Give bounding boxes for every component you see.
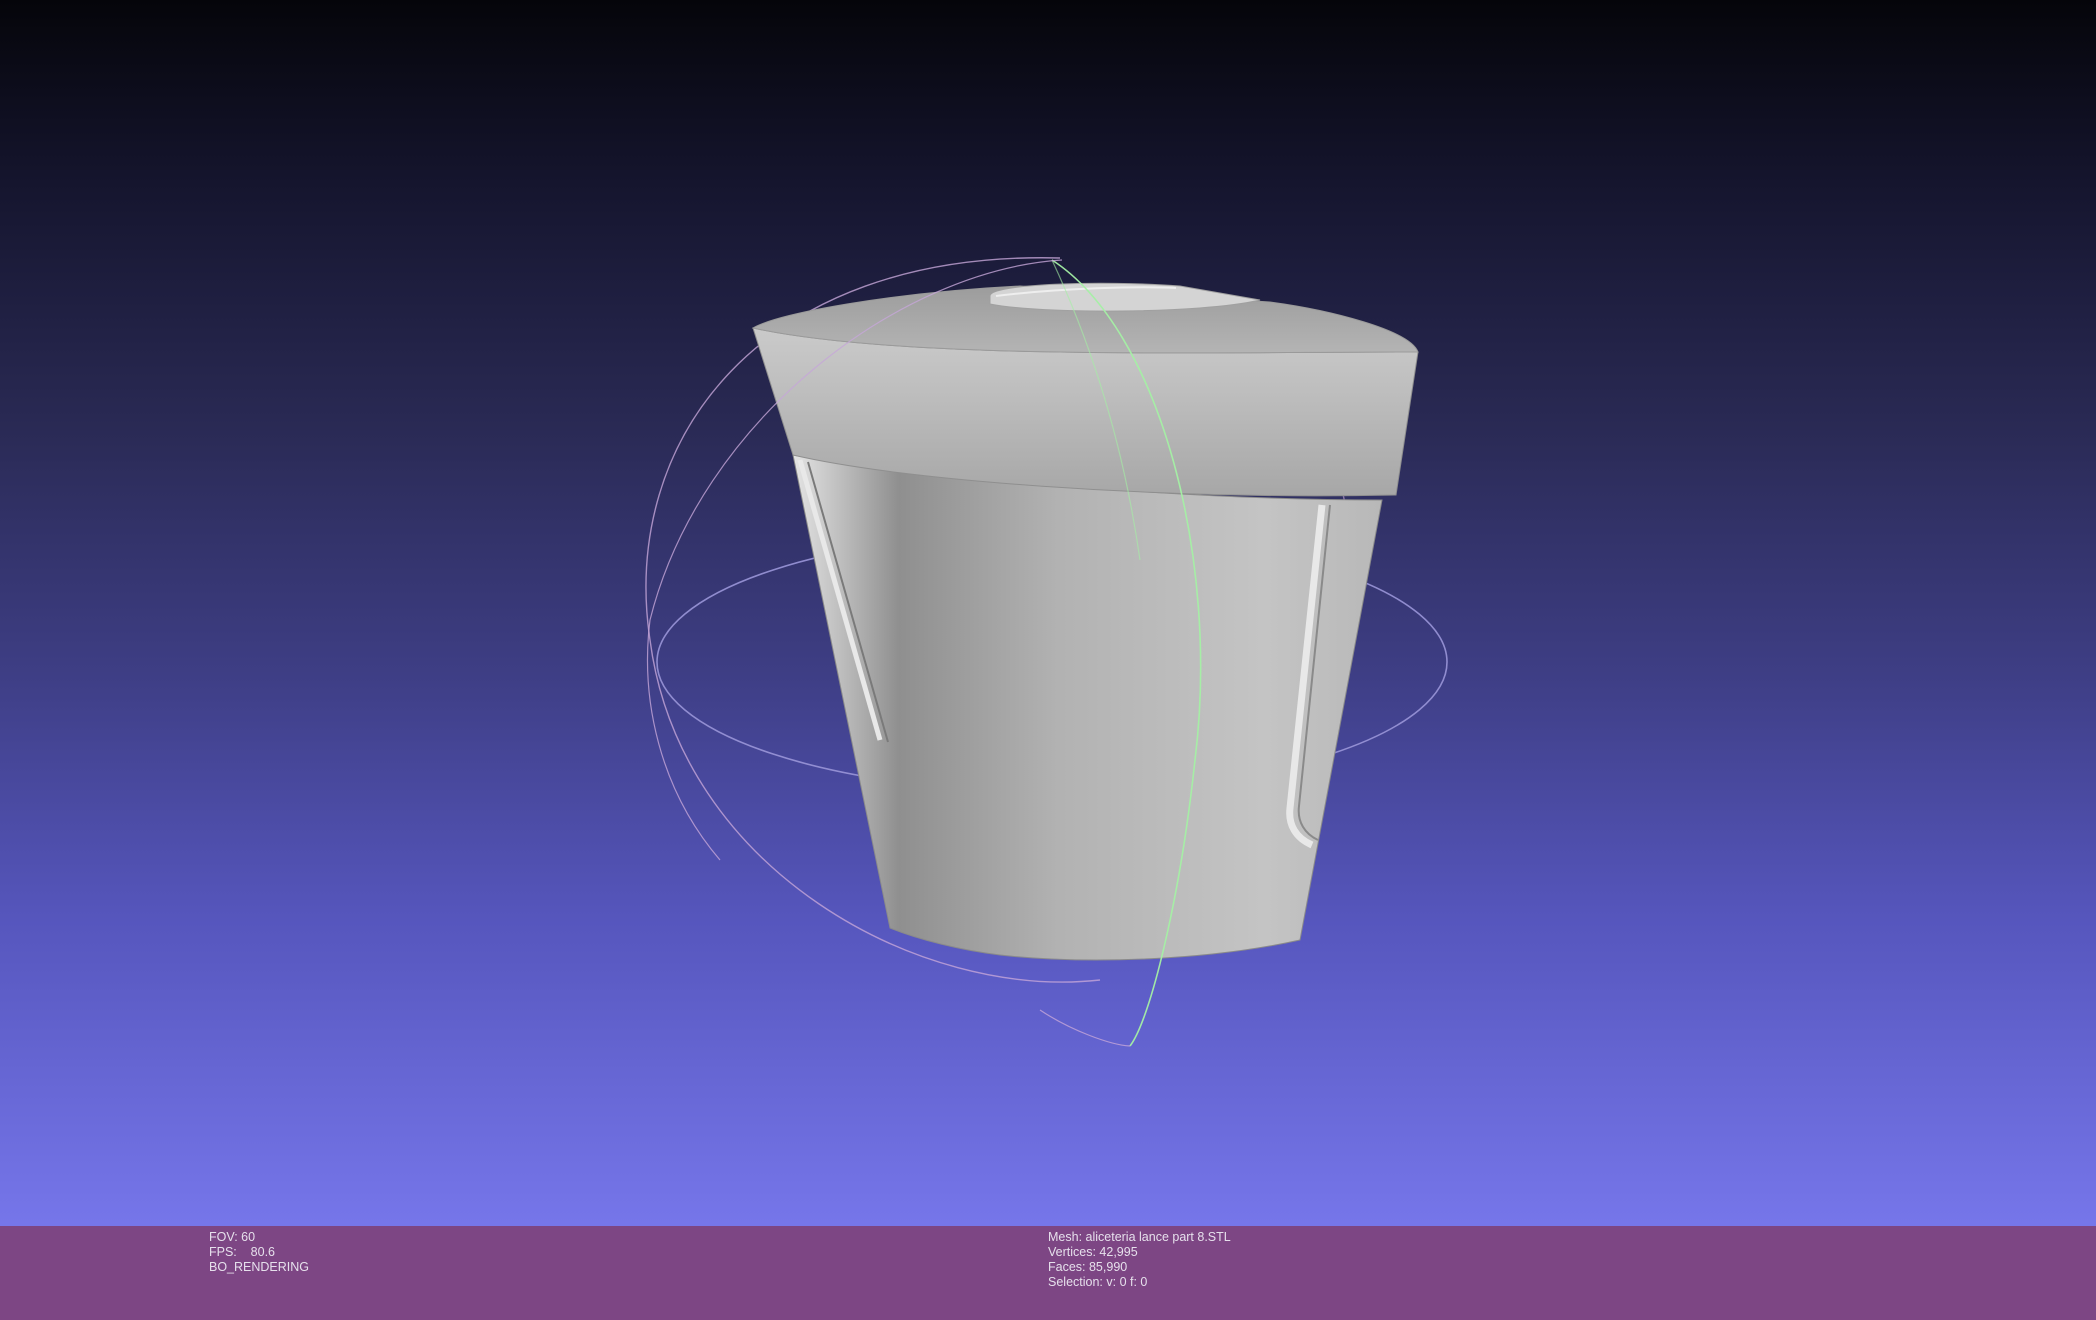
fps-readout: FPS: 80.6: [209, 1245, 276, 1259]
render-info: FOV: 60 FPS: 80.6 BO_RENDERING: [209, 1230, 309, 1275]
mesh-info: Mesh: aliceteria lance part 8.STL Vertic…: [1048, 1230, 1231, 1290]
face-count: Faces: 85,990: [1048, 1260, 1128, 1274]
vertex-count: Vertices: 42,995: [1048, 1245, 1138, 1259]
render-mode: BO_RENDERING: [209, 1260, 310, 1274]
mesh-model: [751, 282, 1419, 961]
mesh-scene[interactable]: [0, 0, 2096, 1226]
mesh-body: [792, 454, 1383, 961]
3d-viewport[interactable]: [0, 0, 2096, 1226]
mesh-name: Mesh: aliceteria lance part 8.STL: [1048, 1230, 1231, 1244]
fov-readout: FOV: 60: [209, 1230, 256, 1244]
selection-info: Selection: v: 0 f: 0: [1048, 1275, 1148, 1289]
info-bar: FOV: 60 FPS: 80.6 BO_RENDERING Mesh: ali…: [0, 1226, 2096, 1320]
